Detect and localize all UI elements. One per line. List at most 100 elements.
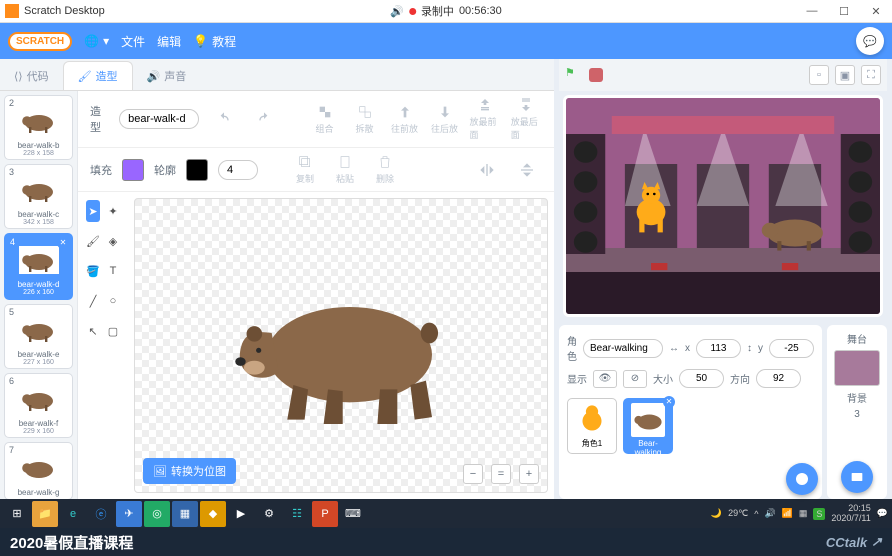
sprite-item[interactable]: 角色1 xyxy=(567,398,617,454)
backward-button[interactable]: 往后放 xyxy=(430,104,460,135)
large-stage-button[interactable]: ▣ xyxy=(835,65,855,85)
green-flag-button[interactable]: ⚑ xyxy=(565,66,583,84)
undo-button[interactable] xyxy=(209,111,239,127)
windows-taskbar[interactable]: ⊞ 📁 e ⓔ ✈ ◎ ▦ ◆ ▶ ⚙ ☷ P ⌨ 🌙 29℃ ^ 🔊 📶 ▦ … xyxy=(0,499,892,528)
bear-thumb-icon xyxy=(19,175,59,205)
tab-sounds[interactable]: 🔊声音 xyxy=(133,62,201,90)
zoom-reset-button[interactable]: = xyxy=(491,464,511,484)
app-icon-1[interactable]: ✈ xyxy=(116,501,142,527)
add-sprite-button[interactable] xyxy=(786,463,818,495)
edge-icon[interactable]: e xyxy=(60,501,86,527)
tab-code[interactable]: ⟨⟩代码 xyxy=(0,62,63,90)
help-button[interactable]: 💬 xyxy=(856,27,884,55)
outline-color-picker[interactable] xyxy=(186,159,208,181)
app-icon-5[interactable]: ▶ xyxy=(228,501,254,527)
record-dot-icon xyxy=(409,8,416,15)
start-button[interactable]: ⊞ xyxy=(4,501,30,527)
paste-button[interactable]: 粘贴 xyxy=(330,154,360,185)
ie-icon[interactable]: ⓔ xyxy=(88,501,114,527)
bear-artwork[interactable] xyxy=(211,250,471,441)
cctalk-brand[interactable]: CCtalk ↗ xyxy=(826,534,882,550)
clock-date: 2020/7/11 xyxy=(831,514,870,524)
sprite-item[interactable]: ✕ Bear-walking xyxy=(623,398,673,454)
show-sprite-button[interactable]: 👁 xyxy=(593,370,617,388)
sprite-size-input[interactable] xyxy=(679,369,724,388)
zoom-in-button[interactable]: + xyxy=(519,464,539,484)
delete-costume-icon[interactable]: ✕ xyxy=(57,237,69,249)
tray-icon-s[interactable]: S xyxy=(813,508,825,520)
costume-item[interactable]: 5 bear-walk-e 227 x 160 xyxy=(4,304,73,369)
hide-sprite-button[interactable]: ⊘ xyxy=(623,370,647,388)
wifi-icon[interactable]: 📶 xyxy=(782,508,793,519)
line-tool[interactable]: ╱ xyxy=(86,290,100,312)
sprite-x-input[interactable] xyxy=(696,339,741,358)
costume-name-input[interactable] xyxy=(119,109,199,129)
costume-item[interactable]: 7 bear-walk-g xyxy=(4,442,73,499)
bear-thumb-icon xyxy=(19,315,59,345)
convert-bitmap-button[interactable]: 🖼转换为位图 xyxy=(143,458,236,484)
costume-item[interactable]: 6 bear-walk-f 229 x 160 xyxy=(4,373,73,438)
costume-item[interactable]: 3 bear-walk-c 342 x 158 xyxy=(4,164,73,229)
fill-color-picker[interactable] xyxy=(122,159,144,181)
edit-menu[interactable]: 编辑 xyxy=(157,33,181,50)
tutorials-menu[interactable]: 💡教程 xyxy=(193,33,236,50)
eraser-tool[interactable]: ◈ xyxy=(106,230,120,252)
app-icon xyxy=(5,4,19,18)
app-icon-3[interactable]: ▦ xyxy=(172,501,198,527)
sprite-direction-input[interactable] xyxy=(756,369,801,388)
notification-icon[interactable]: 💬 xyxy=(877,508,888,519)
explorer-icon[interactable]: 📁 xyxy=(32,501,58,527)
stage[interactable] xyxy=(563,95,883,317)
sprite-y-input[interactable] xyxy=(769,339,814,358)
stage-thumbnail[interactable] xyxy=(834,350,880,386)
app-icon-6[interactable]: ☷ xyxy=(284,501,310,527)
fill-tool[interactable]: 🪣 xyxy=(86,260,100,282)
costume-item[interactable]: 2 bear-walk-b 228 x 158 xyxy=(4,95,73,160)
small-stage-button[interactable]: ▫ xyxy=(809,65,829,85)
powerpoint-icon[interactable]: P xyxy=(312,501,338,527)
tray-icon[interactable]: ▦ xyxy=(799,508,808,519)
text-tool[interactable]: T xyxy=(106,260,120,282)
delete-button[interactable]: 删除 xyxy=(370,154,400,185)
costume-canvas[interactable]: 🖼转换为位图 − = + xyxy=(134,198,548,493)
show-label: 显示 xyxy=(567,371,587,386)
outline-width-input[interactable] xyxy=(218,160,258,180)
copy-button[interactable]: 复制 xyxy=(290,154,320,185)
select-tool[interactable]: ➤ xyxy=(86,200,100,222)
circle-tool[interactable]: ○ xyxy=(106,290,120,312)
app-icon-4[interactable]: ◆ xyxy=(200,501,226,527)
keyboard-icon[interactable]: ⌨ xyxy=(340,501,366,527)
add-backdrop-button[interactable] xyxy=(841,461,873,493)
settings-icon[interactable]: ⚙ xyxy=(256,501,282,527)
maximize-button[interactable]: ☐ xyxy=(828,0,860,23)
outline-label: 轮廓 xyxy=(154,162,176,178)
forward-button[interactable]: 往前放 xyxy=(390,104,420,135)
group-button[interactable]: 组合 xyxy=(310,104,340,135)
back-button[interactable]: 放最后面 xyxy=(511,97,542,141)
flip-vertical-button[interactable] xyxy=(512,162,542,178)
fullscreen-button[interactable]: ⛶ xyxy=(861,65,881,85)
redo-button[interactable] xyxy=(249,111,279,127)
zoom-out-button[interactable]: − xyxy=(463,464,483,484)
tray-up-icon[interactable]: ^ xyxy=(754,509,758,519)
delete-sprite-icon[interactable]: ✕ xyxy=(663,396,675,408)
minimize-button[interactable]: — xyxy=(796,0,828,23)
sprite-name-input[interactable] xyxy=(583,339,663,358)
cat-sprite-icon xyxy=(575,402,609,436)
costume-item[interactable]: 4 ✕ bear-walk-d 226 x 160 xyxy=(4,233,73,300)
stop-button[interactable] xyxy=(589,68,603,82)
tab-costumes[interactable]: 🖌造型 xyxy=(63,61,133,90)
language-menu[interactable]: 🌐▾ xyxy=(84,34,109,48)
flip-horizontal-button[interactable] xyxy=(472,162,502,178)
close-button[interactable]: ✕ xyxy=(860,0,892,23)
reshape-tool[interactable]: ✦ xyxy=(106,200,120,222)
weather-icon[interactable]: 🌙 xyxy=(711,508,722,519)
costume-list[interactable]: 2 bear-walk-b 228 x 158 3 bear-walk-c 34… xyxy=(0,91,78,499)
volume-icon[interactable]: 🔊 xyxy=(764,508,775,519)
ungroup-button[interactable]: 拆散 xyxy=(350,104,380,135)
brush-tool[interactable]: 🖌 xyxy=(86,230,100,252)
app-icon-2[interactable]: ◎ xyxy=(144,501,170,527)
rect-tool[interactable]: ▢ xyxy=(106,320,120,342)
front-button[interactable]: 放最前面 xyxy=(470,97,501,141)
file-menu[interactable]: 文件 xyxy=(121,33,145,50)
